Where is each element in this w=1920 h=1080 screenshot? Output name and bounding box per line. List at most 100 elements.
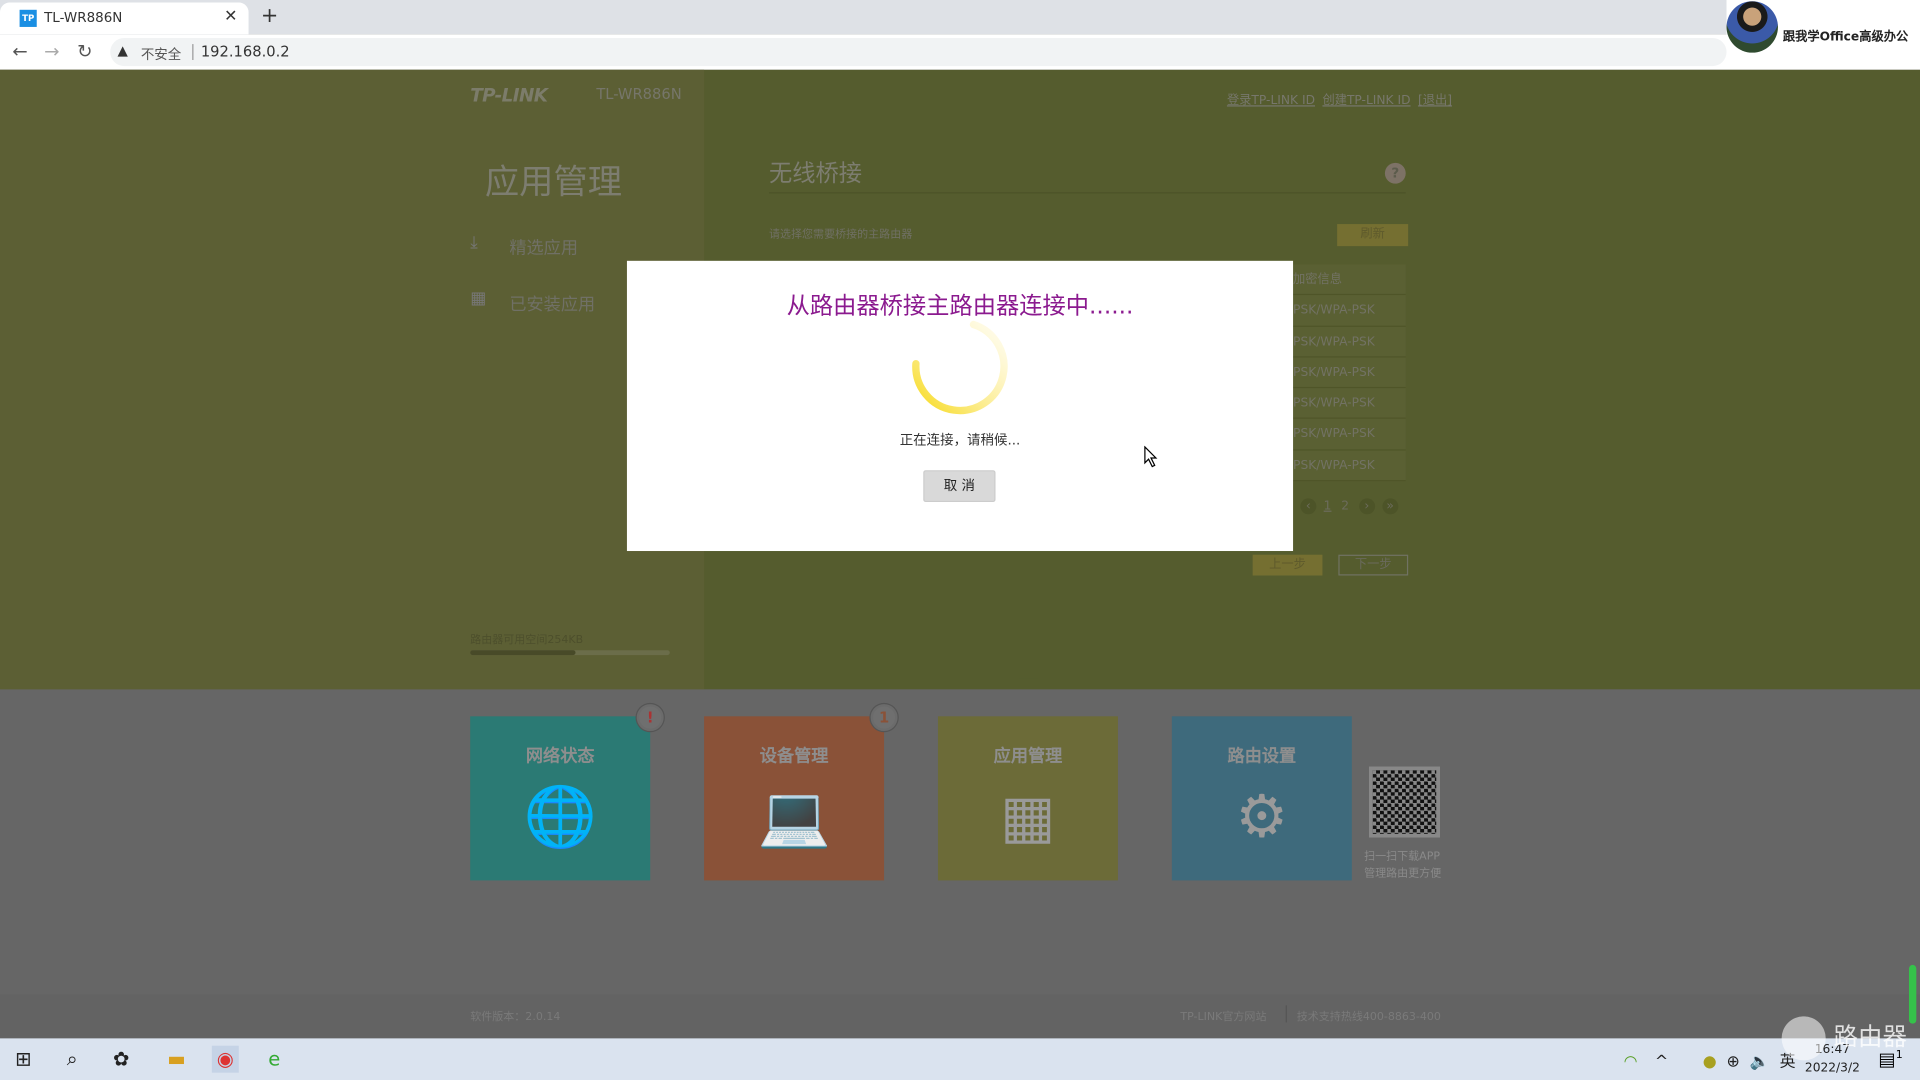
table-row[interactable]: PSK/WPA-PSK — [1273, 388, 1406, 420]
watermark-text: 路由器 — [1833, 1021, 1907, 1052]
tile-app-management[interactable]: 应用管理 ▦ — [937, 716, 1118, 881]
create-tplink-id-link[interactable]: 创建TP-LINK ID — [1322, 89, 1410, 107]
browser-tab-bar: TP TL-WR886N ✕ + — [0, 0, 1920, 35]
table-row[interactable]: PSK/WPA-PSK — [1273, 450, 1406, 482]
sidebar-title: 应用管理 — [484, 161, 623, 203]
bridge-connecting-dialog: 从路由器桥接主路由器连接中...... 正在连接，请稍候... 取 消 — [626, 260, 1294, 552]
address-toolbar: ← → ↻ ▲ 不安全 192.168.0.2 — [0, 34, 1920, 70]
wifi-icon[interactable]: ◠ — [1624, 1053, 1638, 1071]
windows-taskbar: ⊞ ⌕ ✿ ▬ ◉ e ◠ ^ ● ⊕ 🔈 英 16:47 2022/3/2 ▤… — [0, 1038, 1920, 1080]
table-row[interactable]: PSK/WPA-PSK — [1273, 326, 1406, 358]
table-header: 加密信息 — [1273, 264, 1406, 296]
globe-icon: 🌐 — [523, 782, 597, 852]
tp-link-logo: TP-LINK — [470, 84, 548, 107]
official-site-link[interactable]: TP-LINK官方网站 — [1180, 1008, 1266, 1023]
storage-text: 路由器可用空间254KB — [470, 634, 584, 647]
app-qr-code — [1368, 766, 1441, 838]
tp-link-favicon-icon: TP — [19, 9, 37, 27]
qr-caption-line: 管理路由更方便 — [1364, 868, 1442, 881]
divider — [768, 192, 1406, 194]
logout-link[interactable]: [退出] — [1418, 89, 1452, 107]
close-tab-icon[interactable]: ✕ — [224, 7, 237, 25]
volume-icon[interactable]: 🔈 — [1750, 1053, 1770, 1071]
tile-device-management[interactable]: 设备管理 💻 1 — [704, 704, 898, 881]
laptop-icon: 💻 — [757, 782, 831, 852]
qr-caption-line: 扫一扫下载APP — [1364, 851, 1441, 864]
qr-caption: 扫一扫下载APP 管理路由更方便 — [1364, 849, 1441, 883]
help-icon[interactable]: ? — [1384, 162, 1406, 184]
cancel-button[interactable]: 取 消 — [923, 470, 996, 503]
table-row[interactable]: PSK/WPA-PSK — [1273, 357, 1406, 389]
gear-icon: ⚙ — [1235, 782, 1289, 852]
download-icon: ⤓ — [470, 232, 478, 253]
network-globe-icon[interactable]: ⊕ — [1727, 1053, 1740, 1071]
app-icon[interactable]: ✿ — [108, 1046, 135, 1073]
url-text[interactable]: 192.168.0.2 — [201, 43, 290, 60]
chrome-icon[interactable]: ◉ — [211, 1045, 239, 1073]
system-tray: ◠ ^ ● ⊕ 🔈 英 — [1624, 1048, 1796, 1071]
security-label[interactable]: 不安全 — [141, 44, 181, 64]
pagination: ‹ 1 2 › » — [1300, 498, 1405, 515]
active-tab-pointer — [1018, 678, 1039, 689]
prev-page-button[interactable]: ‹ — [1300, 498, 1317, 515]
divider — [1285, 1005, 1287, 1023]
profile-name: 跟我学Office高级办公 — [1782, 30, 1909, 45]
storage-progress-bar — [470, 650, 670, 656]
grid-icon: ▦ — [470, 288, 487, 309]
page-2[interactable]: 2 — [1341, 500, 1349, 513]
tile-label: 应用管理 — [993, 746, 1063, 767]
mouse-cursor-icon — [1144, 445, 1158, 468]
page-title: 无线桥接 — [768, 160, 863, 188]
alert-badge: ! — [636, 704, 664, 732]
page-1[interactable]: 1 — [1324, 500, 1332, 513]
tab-title: TL-WR886N — [44, 9, 123, 26]
count-badge: 1 — [870, 704, 898, 732]
dialog-title: 从路由器桥接主路由器连接中...... — [786, 292, 1134, 320]
sidebar-item-featured-apps[interactable]: ⤓ 精选应用 — [470, 233, 666, 260]
video-watermark-profile: 跟我学Office高级办公 — [1726, 0, 1920, 54]
loading-spinner-icon — [912, 320, 1008, 415]
sidebar-item-label: 已安装应用 — [509, 295, 596, 315]
scrollbar[interactable] — [1908, 964, 1917, 1024]
windows-start-icon[interactable]: ⊞ — [10, 1046, 37, 1073]
browser-tab[interactable]: TP TL-WR886N ✕ — [0, 2, 249, 35]
search-icon[interactable]: ⌕ — [59, 1046, 86, 1073]
tile-label: 设备管理 — [759, 746, 829, 767]
warning-icon[interactable]: ▲ — [118, 43, 128, 59]
address-bar[interactable]: ▲ 不安全 192.168.0.2 — [110, 37, 1727, 67]
software-version: 软件版本：2.0.14 — [470, 1011, 561, 1024]
router-table: 加密信息 PSK/WPA-PSK PSK/WPA-PSK PSK/WPA-PSK… — [1273, 264, 1406, 482]
reload-icon[interactable]: ↻ — [77, 40, 92, 62]
next-page-button[interactable]: › — [1358, 498, 1375, 515]
browser-app-icon[interactable]: e — [261, 1046, 288, 1073]
security-app-icon[interactable]: ● — [1703, 1053, 1717, 1071]
divider — [192, 44, 194, 61]
support-hotline: 技术支持热线400-8863-400 — [1296, 1011, 1441, 1024]
avatar — [1726, 1, 1778, 53]
refresh-button[interactable]: 刷新 — [1337, 224, 1409, 247]
new-tab-button[interactable]: + — [261, 4, 278, 28]
storage-progress-fill — [470, 650, 576, 656]
table-row[interactable]: PSK/WPA-PSK — [1273, 419, 1406, 451]
router-logo-icon — [1781, 1016, 1826, 1061]
back-icon[interactable]: ← — [12, 40, 27, 62]
file-explorer-icon[interactable]: ▬ — [163, 1046, 190, 1073]
apps-grid-icon: ▦ — [1000, 782, 1056, 852]
model-name: TL-WR886N — [596, 85, 682, 103]
forward-icon[interactable]: → — [44, 40, 59, 62]
login-tplink-id-link[interactable]: 登录TP-LINK ID — [1227, 89, 1315, 107]
table-row[interactable]: PSK/WPA-PSK — [1273, 295, 1406, 327]
watermark: 路由器 — [1781, 1016, 1907, 1061]
tile-network-status[interactable]: 网络状态 🌐 ! — [470, 704, 664, 881]
dialog-message: 正在连接，请稍候... — [899, 432, 1021, 449]
last-page-button[interactable]: » — [1382, 498, 1399, 515]
next-step-button[interactable]: 下一步 — [1338, 554, 1409, 576]
footer: 软件版本：2.0.14 TP-LINK官方网站 技术支持热线400-8863-4… — [0, 994, 1920, 1039]
chevron-up-icon[interactable]: ^ — [1655, 1053, 1668, 1071]
select-router-prompt: 请选择您需要桥接的主路由器 — [768, 228, 913, 242]
tile-router-settings[interactable]: 路由设置 ⚙ — [1171, 716, 1352, 881]
screen: TP TL-WR886N ✕ + ← → ↻ ▲ 不安全 192.168.0.2… — [0, 0, 1920, 1080]
previous-step-button[interactable]: 上一步 — [1252, 554, 1323, 576]
sidebar-item-label: 精选应用 — [509, 238, 578, 259]
bottom-nav: 网络状态 🌐 ! 设备管理 💻 1 应用管理 ▦ 路由设置 ⚙ 扫一扫下载APP… — [0, 689, 1920, 995]
